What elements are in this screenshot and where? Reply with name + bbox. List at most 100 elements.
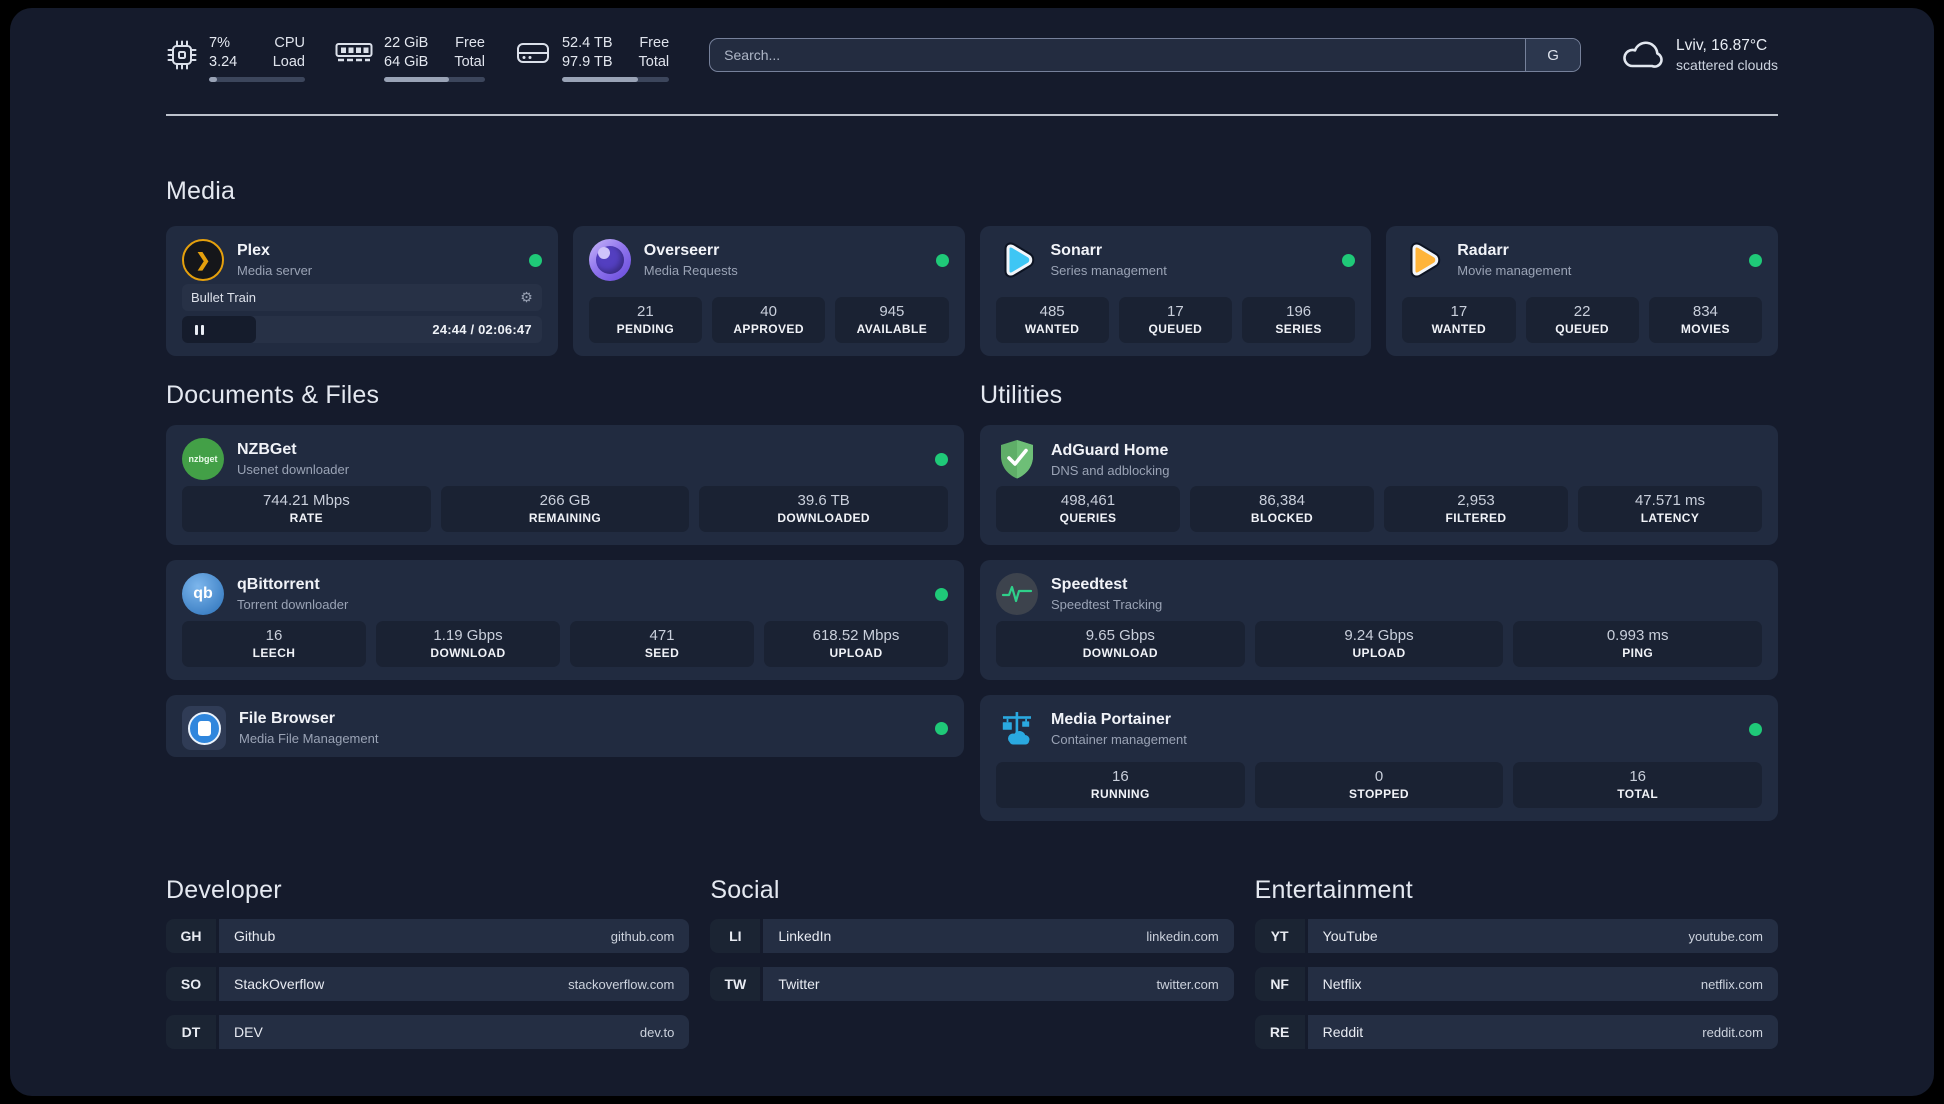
stat-upload: 9.24 Gbps UPLOAD xyxy=(1254,621,1504,667)
service-card-plex[interactable]: ❯ Plex Media server Bullet Train ⚙ 24:44… xyxy=(166,226,558,356)
bookmark-abbr: NF xyxy=(1254,967,1305,1001)
stat-seed: 471 SEED xyxy=(570,621,754,667)
radarr-icon xyxy=(1410,242,1441,278)
stat-stopped: 0 STOPPED xyxy=(1254,762,1504,808)
service-card-portainer[interactable]: Media Portainer Container management 16 R… xyxy=(980,695,1778,821)
filebrowser-icon xyxy=(182,706,226,750)
bookmark-abbr: DT xyxy=(166,1015,216,1049)
bookmark-url: twitter.com xyxy=(1156,976,1219,992)
search-bar: G xyxy=(709,38,1582,72)
memory-widget: 22 GiB Free 64 GiB Total xyxy=(335,34,485,82)
service-description: Torrent downloader xyxy=(237,597,349,612)
service-card-filebrowser[interactable]: File Browser Media File Management xyxy=(166,695,964,757)
stat-leech: 16 LEECH xyxy=(182,621,366,667)
disk-progress-track xyxy=(561,77,670,82)
cpu-load-value: 3.24 xyxy=(209,54,238,70)
service-description: Media File Management xyxy=(239,731,379,746)
gear-icon[interactable]: ⚙ xyxy=(520,289,533,306)
status-dot-online xyxy=(1749,253,1762,267)
disk-icon xyxy=(516,43,549,63)
cpu-label-2: Load xyxy=(272,54,305,70)
service-card-nzbget[interactable]: nzbget NZBGet Usenet downloader 744.21 M… xyxy=(166,425,964,545)
service-card-sonarr[interactable]: Sonarr Series management 485 WANTED 17 QUE… xyxy=(979,226,1372,356)
service-card-radarr[interactable]: Radarr Movie management 17 WANTED 22 QUEUE… xyxy=(1386,226,1778,356)
sonarr-icon xyxy=(1004,242,1034,278)
bookmark-twitter[interactable]: TW Twitter twitter.com xyxy=(710,967,1234,1001)
cpu-label-1: CPU xyxy=(274,35,305,51)
service-description: Media Requests xyxy=(643,263,738,278)
service-name: Sonarr xyxy=(1050,242,1103,259)
bookmark-stackoverflow[interactable]: SO StackOverflow stackoverflow.com xyxy=(166,967,690,1001)
status-dot-online xyxy=(935,587,948,601)
now-playing-title: Bullet Train xyxy=(191,290,257,305)
stat-filtered: 2,953 FILTERED xyxy=(1384,486,1568,532)
service-description: DNS and adblocking xyxy=(1051,462,1170,478)
stat-available: 945 AVAILABLE xyxy=(835,297,949,343)
stat-download: 1.19 Gbps DOWNLOAD xyxy=(376,621,560,667)
service-name: Overseerr xyxy=(643,242,720,259)
dashboard-panel: 7% CPU 3.24 Load 22 GiB Free 64 GiB Total xyxy=(10,8,1934,1096)
stat-wanted: 17 WANTED xyxy=(1402,297,1516,343)
stat-queries: 498,461 QUERIES xyxy=(996,486,1180,532)
status-dot-online xyxy=(1342,253,1356,267)
service-name: qBittorrent xyxy=(237,576,320,593)
stat-movies: 834 MOVIES xyxy=(1648,297,1762,343)
status-dot-online xyxy=(1749,722,1762,736)
cpu-icon xyxy=(167,40,197,70)
memory-label-2: Total xyxy=(454,54,485,70)
bookmark-abbr: GH xyxy=(166,919,216,953)
service-description: Usenet downloader xyxy=(237,462,350,477)
bookmark-abbr: LI xyxy=(710,919,761,953)
service-card-qbittorrent[interactable]: qb qBittorrent Torrent downloader 16 LEEC… xyxy=(166,560,964,680)
service-card-adguard[interactable]: AdGuard Home DNS and adblocking 498,461 Q… xyxy=(980,425,1778,545)
bookmark-github[interactable]: GH Github github.com xyxy=(166,919,690,953)
stat-latency: 47.571 ms LATENCY xyxy=(1578,486,1762,532)
stat-download: 9.65 Gbps DOWNLOAD xyxy=(996,621,1245,667)
service-name: Plex xyxy=(237,242,270,259)
service-name: Media Portainer xyxy=(1051,711,1172,728)
bookmark-reddit[interactable]: RE Reddit reddit.com xyxy=(1254,1015,1778,1049)
section-media: Media ❯ Plex Media server Bullet Train ⚙… xyxy=(166,176,1778,356)
memory-free-value: 22 GiB xyxy=(384,35,429,51)
playback-time: 24:44 / 02:06:47 xyxy=(432,322,532,337)
bookmark-name: Reddit xyxy=(1322,1024,1364,1040)
bookmark-name: StackOverflow xyxy=(234,976,325,992)
weather-widget: Lviv, 16.87°C scattered clouds xyxy=(1619,36,1778,75)
cloud-icon xyxy=(1623,41,1663,68)
bookmark-url: github.com xyxy=(610,928,675,944)
service-description: Container management xyxy=(1051,732,1187,747)
bookmark-youtube[interactable]: YT YouTube youtube.com xyxy=(1254,919,1778,953)
weather-location-temp: Lviv, 16.87°C xyxy=(1676,37,1768,54)
status-dot-online xyxy=(935,452,948,466)
bookmark-name: LinkedIn xyxy=(778,928,832,944)
search-provider-button[interactable]: G xyxy=(1525,39,1581,71)
service-description: Movie management xyxy=(1457,263,1572,278)
status-dot-online xyxy=(935,721,948,735)
pause-button[interactable] xyxy=(182,316,256,343)
bookmark-name: DEV xyxy=(234,1024,263,1040)
service-card-speedtest[interactable]: Speedtest Speedtest Tracking 9.65 Gbps DO… xyxy=(980,560,1778,680)
bookmark-dev[interactable]: DT DEV dev.to xyxy=(166,1015,690,1049)
service-name: AdGuard Home xyxy=(1051,441,1169,459)
adguard-icon xyxy=(1001,440,1033,479)
section-documents: Documents & Files nzbget NZBGet Usenet d… xyxy=(166,380,964,821)
bookmark-linkedin[interactable]: LI LinkedIn linkedin.com xyxy=(710,919,1234,953)
service-card-overseerr[interactable]: Overseerr Media Requests 21 PENDING 40 APP… xyxy=(572,226,965,356)
stat-queued: 17 QUEUED xyxy=(1118,297,1232,343)
disk-label-1: Free xyxy=(639,35,670,51)
status-dot-online xyxy=(935,253,949,267)
service-description: Series management xyxy=(1050,263,1167,278)
cpu-usage-value: 7% xyxy=(209,35,230,51)
section-title-documents: Documents & Files xyxy=(166,381,380,409)
stat-total: 16 TOTAL xyxy=(1513,762,1763,808)
bookmark-url: youtube.com xyxy=(1688,928,1763,944)
section-title-media: Media xyxy=(166,177,236,205)
section-title-developer: Developer xyxy=(166,876,282,904)
bookmarks-social: Social LI LinkedIn linkedin.com TW Twitte… xyxy=(710,875,1234,1049)
bookmark-netflix[interactable]: NF Netflix netflix.com xyxy=(1254,967,1778,1001)
bookmark-name: Twitter xyxy=(778,976,820,992)
cpu-widget: 7% CPU 3.24 Load xyxy=(166,34,305,82)
search-input[interactable] xyxy=(709,38,1582,72)
plex-now-playing: Bullet Train ⚙ 24:44 / 02:06:47 xyxy=(182,284,542,343)
service-name: File Browser xyxy=(239,710,336,727)
